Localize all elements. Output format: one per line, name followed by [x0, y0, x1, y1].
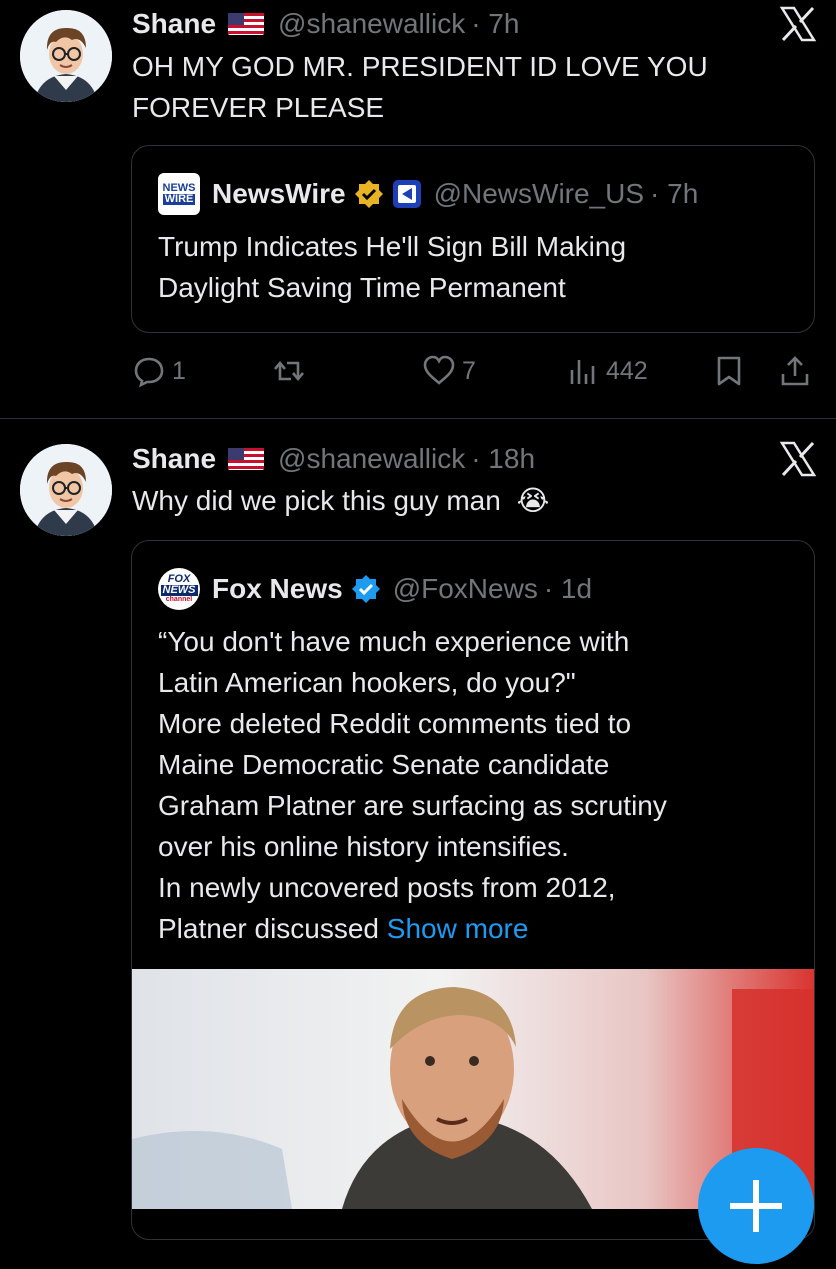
share-icon — [781, 356, 809, 386]
author-handle[interactable]: @shanewallick — [278, 8, 465, 40]
bookmark-icon — [717, 356, 741, 386]
quoted-tweet-text: “You don't have much experience with Lat… — [158, 621, 798, 949]
logo-text: channel — [165, 596, 193, 603]
verified-blue-badge-icon — [351, 575, 380, 603]
tweet-2[interactable]: Shane @shanewallick · 18h Why did we pic… — [0, 419, 836, 1240]
quoted-text-line: Graham Platner are surfacing as scrutiny — [158, 790, 667, 821]
heart-icon — [423, 355, 455, 385]
quoted-text-line: In newly uncovered posts from 2012, — [158, 872, 616, 903]
tweet-1[interactable]: Shane @shanewallick · 7h OH MY GOD MR. P… — [0, 0, 836, 418]
tweet-text-line: FOREVER PLEASE — [132, 92, 385, 123]
timestamp[interactable]: · 18h — [471, 443, 535, 475]
tweet-header: Shane @shanewallick · 18h — [132, 439, 535, 479]
quoted-timestamp[interactable]: · 1d — [544, 573, 592, 605]
quoted-text-line-last: Platner discussed Show more — [158, 908, 798, 949]
fox-news-logo[interactable]: FOX NEWS channel — [158, 568, 200, 610]
quoted-tweet[interactable]: NEWS WIRE NewsWire @NewsWire_US · 7h Tru… — [131, 145, 815, 333]
retweet-icon — [274, 360, 304, 382]
quoted-text-line: Daylight Saving Time Permanent — [158, 272, 566, 303]
avatar-cartoon-image — [20, 444, 112, 536]
quoted-author-handle[interactable]: @NewsWire_US — [434, 178, 644, 210]
bookmark-button[interactable] — [712, 354, 746, 388]
newswire-logo[interactable]: NEWS WIRE — [158, 173, 200, 215]
tweet-text: Why did we pick this guy man 😭 — [132, 480, 549, 521]
avatar-cartoon-image — [20, 10, 112, 102]
retweet-button[interactable] — [272, 354, 312, 388]
plus-icon — [730, 1180, 782, 1232]
tweet-text-line: Why did we pick this guy man — [132, 485, 501, 516]
quoted-tweet-header: NEWS WIRE NewsWire @NewsWire_US · 7h — [158, 173, 698, 215]
quoted-text-line: Platner discussed — [158, 913, 387, 944]
tweet-text: OH MY GOD MR. PRESIDENT ID LOVE YOU FORE… — [132, 46, 708, 128]
quoted-text-line: Trump Indicates He'll Sign Bill Making — [158, 231, 627, 262]
share-button[interactable] — [778, 354, 812, 388]
compose-button[interactable] — [698, 1148, 814, 1264]
like-button[interactable]: 7 — [422, 354, 476, 388]
us-flag-icon — [228, 13, 265, 35]
quoted-text-line: Latin American hookers, do you?" — [158, 667, 576, 698]
us-flag-icon — [228, 448, 265, 470]
quoted-text-line: Maine Democratic Senate candidate — [158, 749, 610, 780]
quoted-author-handle[interactable]: @FoxNews — [393, 573, 538, 605]
quoted-author-name[interactable]: NewsWire — [212, 178, 346, 210]
tweet-header: Shane @shanewallick · 7h — [132, 4, 519, 44]
x-logo-icon[interactable] — [778, 4, 818, 44]
author-name[interactable]: Shane — [132, 8, 216, 40]
timestamp[interactable]: · 7h — [471, 8, 519, 40]
quoted-text-line: “You don't have much experience with — [158, 626, 630, 657]
views-count: 442 — [606, 356, 648, 385]
crying-face-emoji: 😭 — [516, 485, 550, 516]
reply-count: 1 — [172, 356, 186, 385]
views-button[interactable]: 442 — [566, 354, 648, 388]
quoted-author-name[interactable]: Fox News — [212, 573, 343, 605]
quoted-tweet-header: FOX NEWS channel Fox News @FoxNews · 1d — [158, 568, 592, 610]
quoted-text-line: More deleted Reddit comments tied to — [158, 708, 632, 739]
tweet-actions: 1 7 442 — [132, 352, 822, 392]
author-name[interactable]: Shane — [132, 443, 216, 475]
quoted-timestamp[interactable]: · 7h — [650, 178, 698, 210]
reply-button[interactable]: 1 — [132, 354, 186, 388]
verified-gold-badge-icon — [354, 180, 383, 208]
like-count: 7 — [462, 356, 476, 385]
reply-icon — [134, 357, 164, 388]
logo-text: WIRE — [162, 193, 196, 205]
x-logo-icon[interactable] — [778, 439, 818, 479]
quoted-tweet-text: Trump Indicates He'll Sign Bill Making D… — [158, 226, 798, 308]
author-handle[interactable]: @shanewallick — [278, 443, 465, 475]
affiliate-badge-icon — [392, 180, 421, 208]
quoted-text-line: over his online history intensifies. — [158, 831, 569, 862]
tweet-text-line: OH MY GOD MR. PRESIDENT ID LOVE YOU — [132, 51, 708, 82]
views-icon — [570, 360, 595, 384]
show-more-link[interactable]: Show more — [387, 913, 529, 944]
logo-text: NEWS — [160, 584, 198, 596]
avatar[interactable] — [20, 10, 112, 102]
quoted-tweet[interactable]: FOX NEWS channel Fox News @FoxNews · 1d … — [131, 540, 815, 1240]
avatar[interactable] — [20, 444, 112, 536]
